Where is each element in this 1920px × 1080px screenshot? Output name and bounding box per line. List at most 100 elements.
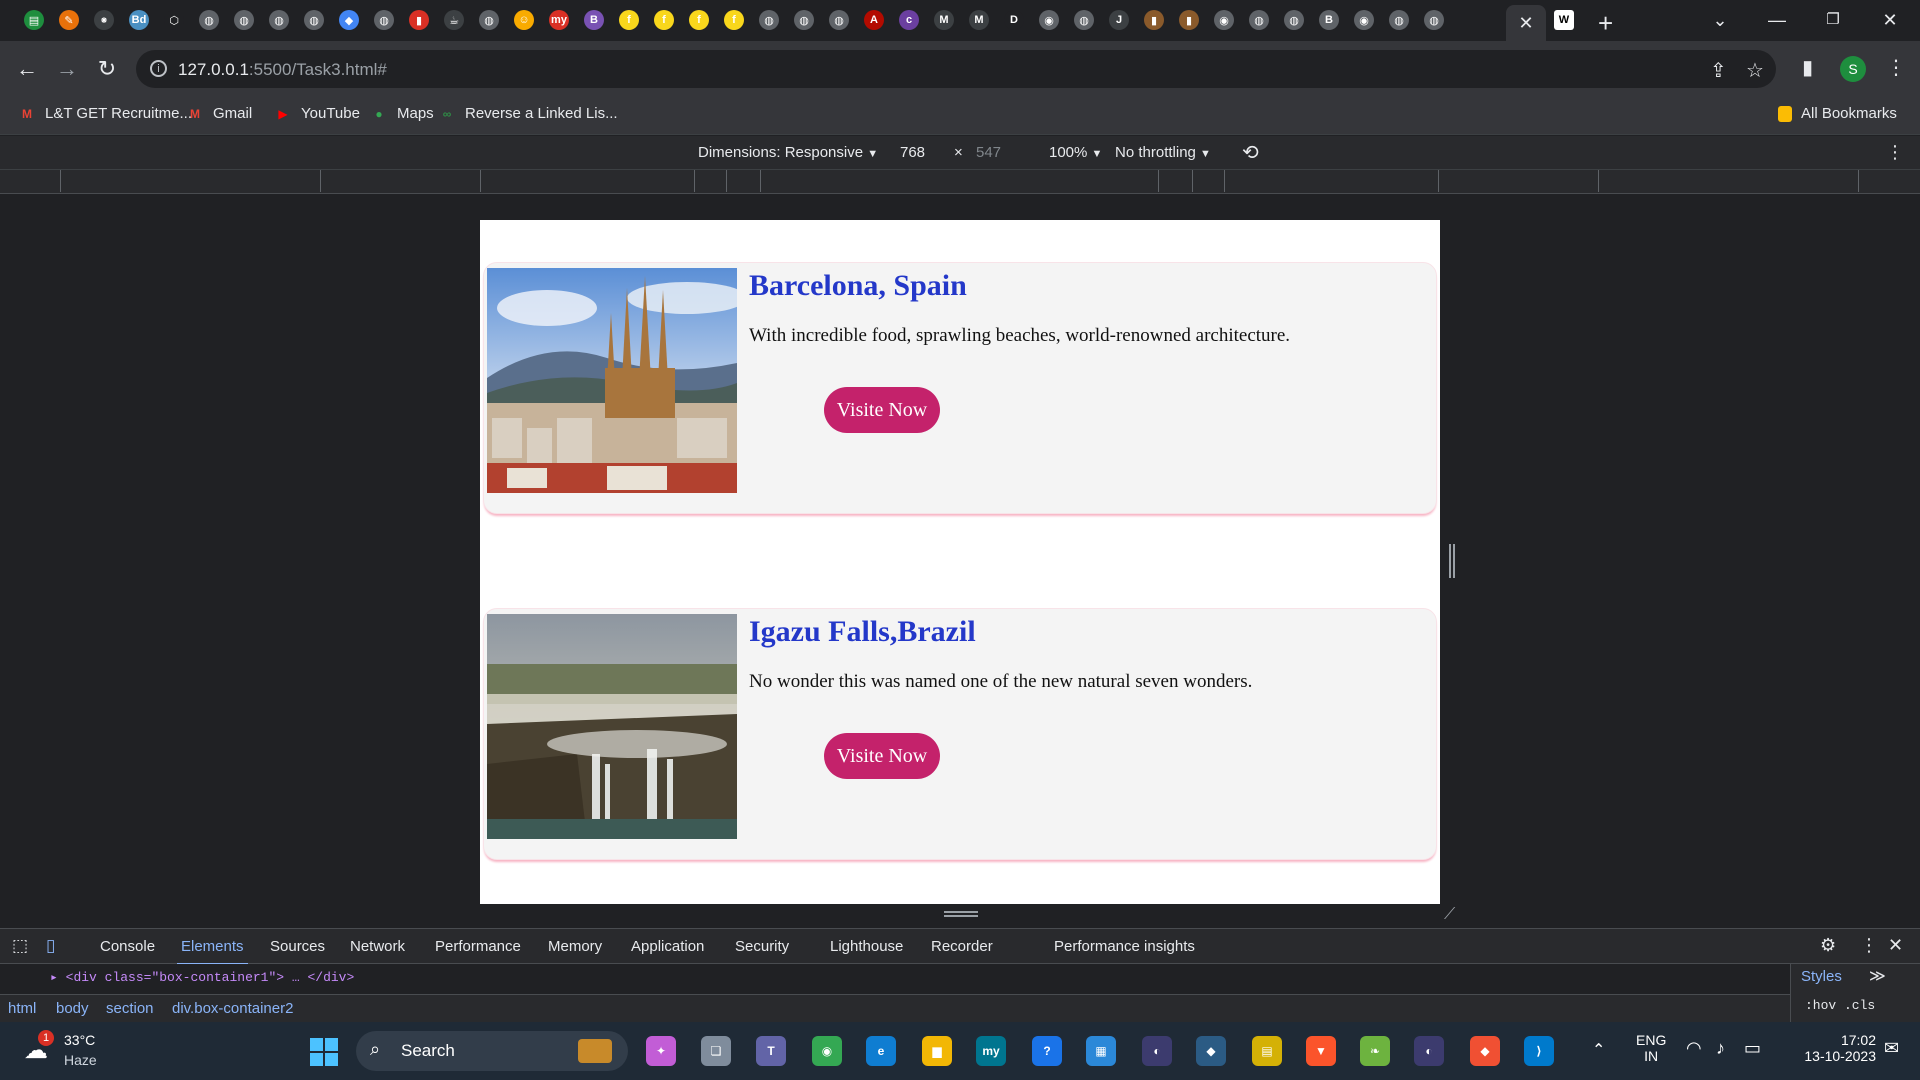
globe-icon[interactable]: ◍ — [199, 10, 219, 30]
globe-icon[interactable]: ◍ — [374, 10, 394, 30]
vscode-icon[interactable]: ⟩ — [1524, 1036, 1554, 1066]
chevron-more-icon[interactable]: ≫ — [1869, 966, 1886, 986]
bookmark-item[interactable]: M Gmail — [186, 105, 252, 122]
globe-icon[interactable]: ◍ — [1284, 10, 1304, 30]
help-icon[interactable]: ? — [1032, 1036, 1062, 1066]
devtools-tab-elements[interactable]: Elements — [177, 938, 248, 965]
breadcrumb-item[interactable]: html — [8, 1000, 36, 1017]
globe-icon[interactable]: ◍ — [794, 10, 814, 30]
globe-icon[interactable]: ◍ — [1424, 10, 1444, 30]
close-tab-icon[interactable]: ✕ — [1518, 13, 1533, 34]
breadcrumb-item[interactable]: div.box-container2 — [172, 1000, 293, 1017]
language-indicator[interactable]: ENG IN — [1636, 1032, 1666, 1064]
flipkart-icon[interactable]: f — [724, 10, 744, 30]
media-query-ruler[interactable] — [0, 170, 1920, 194]
visit-now-button[interactable]: Visite Now — [824, 733, 940, 779]
bd-icon[interactable]: Bd — [129, 10, 149, 30]
mbc-icon[interactable]: M — [934, 10, 954, 30]
taskbar-search[interactable]: ⌕ Search — [356, 1031, 628, 1071]
pencil-icon[interactable]: ✎ — [59, 10, 79, 30]
bookmark-item[interactable]: M L&T GET Recruitme... — [18, 105, 192, 122]
hidden-icons-chevron[interactable]: ⌃ — [1592, 1040, 1605, 1060]
windows-start-icon[interactable] — [310, 1038, 338, 1066]
store-icon[interactable]: ▦ — [1086, 1036, 1116, 1066]
devtools-tab-console[interactable]: Console — [100, 938, 155, 955]
brave-icon[interactable]: ▼ — [1306, 1036, 1336, 1066]
dimensions-select[interactable]: Dimensions: Responsive ▼ — [698, 144, 878, 161]
d-icon[interactable]: D — [1004, 10, 1024, 30]
width-input[interactable]: 768 — [900, 144, 925, 161]
devtools-tab-network[interactable]: Network — [350, 938, 405, 955]
devtools-tab-performance[interactable]: Performance — [435, 938, 521, 955]
wifi-icon[interactable]: ◠ — [1686, 1038, 1702, 1059]
dom-tree[interactable]: ▸ <div class="box-container1"> … </div> — [0, 964, 1790, 994]
notification-icon[interactable]: ✉ — [1884, 1038, 1899, 1059]
throttling-select[interactable]: No throttling ▼ — [1115, 144, 1211, 161]
jae-icon[interactable]: J — [1109, 10, 1129, 30]
eclipse-icon[interactable]: ◐ — [1142, 1036, 1172, 1066]
zoom-select[interactable]: 100% ▼ — [1049, 144, 1102, 161]
devtools-tab-security[interactable]: Security — [735, 938, 789, 955]
inspect-element-icon[interactable]: ⬚ — [12, 936, 28, 956]
window-close-icon[interactable]: ✕ — [1870, 6, 1910, 34]
copilot-icon[interactable]: ✦ — [646, 1036, 676, 1066]
flipkart-icon[interactable]: f — [654, 10, 674, 30]
reload-icon[interactable]: ↻ — [89, 51, 125, 87]
codepen-icon[interactable]: ⬡ — [164, 10, 184, 30]
profile-avatar[interactable]: S — [1840, 56, 1866, 82]
settings-gear-icon[interactable]: ⚙ — [1820, 935, 1836, 956]
breadcrumb-item[interactable]: section — [106, 1000, 154, 1017]
devtools-tab-memory[interactable]: Memory — [548, 938, 602, 955]
book-icon[interactable]: ▮ — [1144, 10, 1164, 30]
address-bar[interactable]: i 127.0.0.1:5500/Task3.html# ⇪ ☆ — [136, 50, 1776, 88]
file-explorer-icon[interactable]: ▆ — [922, 1036, 952, 1066]
devtools-tab-recorder[interactable]: Recorder — [931, 938, 993, 955]
device-options-icon[interactable]: ⋮ — [1886, 142, 1904, 163]
colorlib-icon[interactable]: c — [899, 10, 919, 30]
devtools-tab-application[interactable]: Application — [631, 938, 704, 955]
teams-icon[interactable]: T — [756, 1036, 786, 1066]
sheets-icon[interactable]: ▤ — [24, 10, 44, 30]
notes-icon[interactable]: ▤ — [1252, 1036, 1282, 1066]
chrome-icon[interactable]: ◉ — [1214, 10, 1234, 30]
share-icon[interactable]: ⇪ — [1710, 58, 1727, 83]
height-input[interactable]: 547 — [976, 144, 1001, 161]
devtools-menu-icon[interactable]: ⋮ — [1860, 935, 1878, 956]
bookmark-item[interactable]: ● Maps — [370, 105, 433, 122]
flipkart-icon[interactable]: f — [619, 10, 639, 30]
app-icon[interactable]: ▮ — [409, 10, 429, 30]
resize-handle-bottom[interactable] — [944, 911, 978, 917]
globe-icon[interactable]: ◍ — [269, 10, 289, 30]
resize-handle-right[interactable] — [1449, 544, 1455, 578]
styles-tab[interactable]: Styles — [1801, 968, 1842, 985]
globe-icon[interactable]: ◍ — [1389, 10, 1409, 30]
bookmark-item[interactable]: ▶ YouTube — [274, 105, 360, 122]
clock[interactable]: 17:02 13-10-2023 — [1786, 1032, 1876, 1064]
adobe-icon[interactable]: A — [864, 10, 884, 30]
dark-icon[interactable]: ⁕ — [94, 10, 114, 30]
wikipedia-icon[interactable]: W — [1554, 10, 1574, 30]
volume-icon[interactable]: ♪ — [1716, 1038, 1725, 1059]
devtools-tab-sources[interactable]: Sources — [270, 938, 325, 955]
chrome-icon[interactable]: ◉ — [1354, 10, 1374, 30]
dom-node-line[interactable]: ▸ <div class="box-container1"> … </div> — [50, 970, 354, 985]
bookmark-star-icon[interactable]: ☆ — [1746, 58, 1764, 83]
edge-icon[interactable]: e — [866, 1036, 896, 1066]
devtools-tab-performance-insights[interactable]: Performance insights — [1054, 938, 1195, 955]
styles-filter[interactable]: :hov .cls — [1805, 998, 1875, 1013]
globe-icon[interactable]: ◍ — [1249, 10, 1269, 30]
weather-temp[interactable]: 33°C — [64, 1032, 95, 1048]
devtools-tab-lighthouse[interactable]: Lighthouse — [830, 938, 903, 955]
all-bookmarks[interactable]: All Bookmarks — [1778, 105, 1897, 122]
dark-icon[interactable]: ☕ — [444, 10, 464, 30]
globe-icon[interactable]: ◍ — [1074, 10, 1094, 30]
url-text[interactable]: 127.0.0.1:5500/Task3.html# — [178, 60, 387, 80]
globe-icon[interactable]: ◍ — [234, 10, 254, 30]
git-icon[interactable]: ◆ — [1470, 1036, 1500, 1066]
active-tab[interactable]: ✕ — [1506, 5, 1546, 41]
chrome-icon[interactable]: ◉ — [812, 1036, 842, 1066]
device-toggle-icon[interactable]: ▯ — [46, 936, 55, 956]
globe-icon[interactable]: ◍ — [759, 10, 779, 30]
bootstrap-icon[interactable]: B — [1319, 10, 1339, 30]
weather-desc[interactable]: Haze — [64, 1052, 97, 1068]
